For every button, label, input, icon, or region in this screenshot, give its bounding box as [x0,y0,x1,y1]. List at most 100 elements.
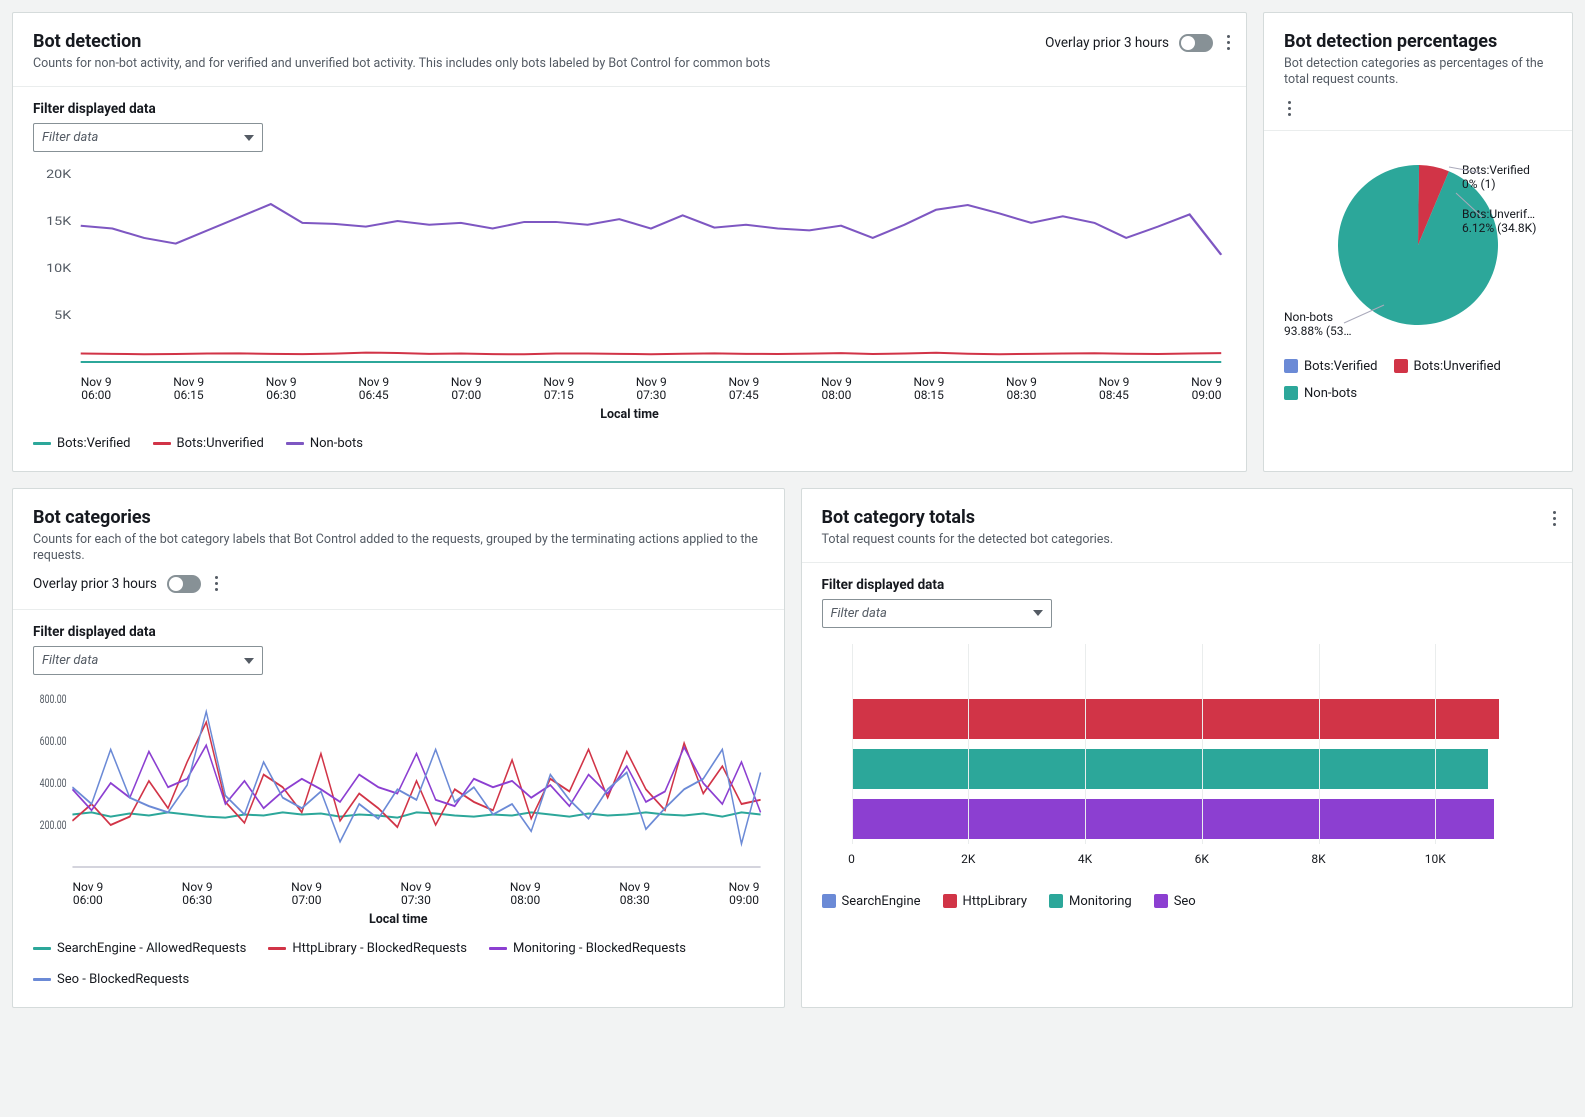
legend-swatch [33,442,51,445]
x-axis-tick: Nov 908:15 [914,376,945,402]
percentages-title: Bot detection percentages [1284,31,1552,52]
svg-text:20K: 20K [46,168,72,182]
filter-label: Filter displayed data [822,577,1553,593]
x-axis-tick: Nov 908:00 [510,881,541,907]
x-axis-tick: Nov 907:45 [728,376,759,402]
x-axis-tick: 6K [1195,852,1209,866]
legend-item: Bots:Unverified [1394,359,1501,374]
bar [852,799,1494,839]
legend-swatch [1284,386,1298,400]
legend-label: Bots:Unverified [1414,359,1501,374]
legend-label: HttpLibrary - BlockedRequests [292,941,467,956]
x-axis-tick: Nov 908:45 [1099,376,1130,402]
panel-bot-percentages: Bot detection percentages Bot detection … [1263,12,1573,472]
legend-swatch [286,442,304,445]
bot-detection-subtitle: Counts for non-bot activity, and for ver… [33,56,1226,72]
legend-label: Non-bots [310,436,363,451]
legend-label: Monitoring [1069,894,1132,909]
filter-select[interactable]: Filter data [33,123,263,152]
filter-placeholder: Filter data [42,130,98,145]
filter-select[interactable]: Filter data [33,646,263,675]
bot-detection-legend: Bots:Verified Bots:Unverified Non-bots [33,436,1226,451]
legend-item: Bots:Verified [33,436,131,451]
legend-item: Non-bots [1284,386,1357,401]
x-axis-tick: Nov 907:00 [291,881,322,907]
legend-item: Non-bots [286,436,363,451]
pie-chart: Bots:Verified0% (1) Bots:Unverif…6.12% (… [1284,145,1552,345]
panel-menu-icon[interactable] [1284,97,1552,120]
bot-detection-chart: 5K10K15K20K Nov 906:00Nov 906:15Nov 906:… [33,168,1226,421]
x-axis-tick: 8K [1311,852,1325,866]
svg-text:200.00: 200.00 [40,818,67,833]
legend-swatch [943,894,957,908]
legend-swatch [1394,359,1408,373]
x-axis-tick: 4K [1078,852,1092,866]
filter-label: Filter displayed data [33,101,1226,117]
svg-text:15K: 15K [46,215,72,229]
bot-totals-legend: SearchEngine HttpLibrary Monitoring Seo [822,894,1553,909]
legend-label: HttpLibrary [963,894,1027,909]
svg-text:10K: 10K [46,262,72,276]
legend-item: HttpLibrary [943,894,1027,909]
bot-categories-subtitle: Counts for each of the bot category labe… [33,532,764,565]
legend-swatch [489,947,507,950]
x-axis-tick: Nov 909:00 [1191,376,1222,402]
x-axis-tick: Nov 908:30 [1006,376,1037,402]
legend-item: SearchEngine - AllowedRequests [33,941,246,956]
x-axis-tick: Nov 907:00 [451,376,482,402]
pie-label-verified: Bots:Verified0% (1) [1462,163,1552,192]
legend-item: Bots:Verified [1284,359,1378,374]
pie-legend: Bots:Verified Bots:Unverified Non-bots [1284,359,1552,401]
overlay-toggle[interactable] [1179,34,1213,52]
bot-categories-legend: SearchEngine - AllowedRequests HttpLibrar… [33,941,764,987]
x-axis-tick: 10K [1425,852,1446,866]
legend-label: SearchEngine - AllowedRequests [57,941,246,956]
filter-select[interactable]: Filter data [822,599,1052,628]
panel-menu-icon[interactable] [1223,31,1234,54]
x-axis-tick: Nov 906:30 [266,376,297,402]
legend-item: Seo - BlockedRequests [33,972,189,987]
x-axis-tick: Nov 906:15 [173,376,204,402]
bot-totals-title: Bot category totals [822,507,1553,528]
x-axis-tick: Nov 906:00 [81,376,112,402]
legend-label: Seo - BlockedRequests [57,972,189,987]
legend-item: Monitoring - BlockedRequests [489,941,686,956]
x-axis-tick: Nov 906:45 [358,376,389,402]
bot-totals-subtitle: Total request counts for the detected bo… [822,532,1553,548]
overlay-label: Overlay prior 3 hours [33,576,157,592]
legend-label: Bots:Verified [1304,359,1378,374]
legend-label: Bots:Unverified [177,436,264,451]
legend-label: Bots:Verified [57,436,131,451]
panel-menu-icon[interactable] [211,572,222,595]
x-axis-tick: Nov 907:30 [636,376,667,402]
legend-item: Bots:Unverified [153,436,264,451]
legend-swatch [268,947,286,950]
overlay-toggle[interactable] [167,575,201,593]
legend-item: Seo [1154,894,1196,909]
panel-bot-detection: Bot detection Counts for non-bot activit… [12,12,1247,472]
legend-label: SearchEngine [842,894,921,909]
chevron-down-icon [244,658,254,664]
legend-item: SearchEngine [822,894,921,909]
legend-label: Seo [1174,894,1196,909]
x-axis-tick: Nov 908:00 [821,376,852,402]
chevron-down-icon [244,135,254,141]
legend-label: Non-bots [1304,386,1357,401]
legend-label: Monitoring - BlockedRequests [513,941,686,956]
bot-totals-chart: 0 2K 4K 6K 8K 10K [822,644,1553,880]
pie-label-nonbots: Non-bots93.88% (53… [1284,310,1374,339]
axis-label-local-time: Local time [33,407,1226,422]
overlay-label: Overlay prior 3 hours [1045,35,1169,51]
svg-text:400.00: 400.00 [40,776,67,791]
legend-swatch [1284,359,1298,373]
x-axis-tick: Nov 908:30 [619,881,650,907]
svg-text:600.00: 600.00 [40,734,67,749]
legend-swatch [822,894,836,908]
x-axis-tick: 0 [848,852,855,866]
panel-bot-category-totals: Bot category totals Total request counts… [801,488,1574,1008]
legend-swatch [1154,894,1168,908]
x-axis-tick: 2K [961,852,975,866]
panel-menu-icon[interactable] [1549,507,1560,530]
bar [852,699,1500,739]
legend-swatch [1049,894,1063,908]
